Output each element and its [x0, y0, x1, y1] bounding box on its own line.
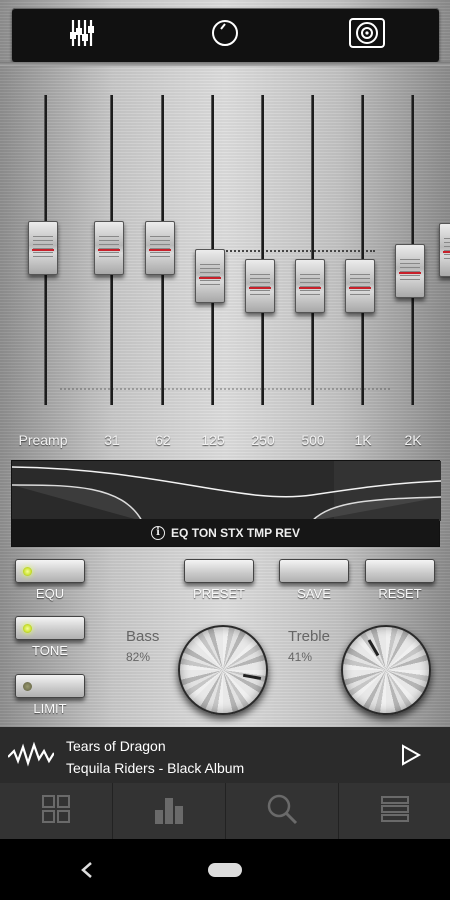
slider-knob[interactable]	[439, 223, 450, 277]
tone-label: TONE	[32, 643, 68, 658]
preset-button[interactable]	[184, 559, 254, 583]
play-icon[interactable]	[398, 743, 422, 772]
bass-label: Bass	[126, 628, 160, 645]
speaker-icon	[348, 17, 386, 54]
bottom-navigation	[0, 783, 450, 839]
home-pill-icon[interactable]	[208, 863, 242, 877]
slider-knob[interactable]	[94, 221, 124, 275]
knob-circle-icon	[210, 18, 240, 53]
track-artist-album: Tequila Riders - Black Album	[66, 760, 245, 776]
eq-slider-preamp[interactable]	[28, 95, 64, 405]
tone-toggle-button[interactable]	[15, 616, 85, 640]
preset-label: PRESET	[192, 586, 245, 601]
equ-label: EQU	[35, 586, 65, 601]
response-curve	[12, 461, 441, 521]
eq-slider-62[interactable]	[145, 95, 181, 405]
slider-knob[interactable]	[295, 259, 325, 313]
led-indicator	[23, 682, 32, 691]
equalizer-sliders-icon	[68, 18, 98, 53]
divider	[0, 62, 450, 66]
treble-label: Treble	[288, 628, 330, 645]
top-tab-bar	[12, 8, 439, 62]
led-indicator	[23, 567, 32, 576]
knob-pointer	[367, 639, 380, 657]
eq-slider-500[interactable]	[295, 95, 331, 405]
nav-library[interactable]	[0, 783, 112, 839]
limit-toggle-button[interactable]	[15, 674, 85, 698]
nav-equalizer[interactable]	[113, 783, 225, 839]
save-label: SAVE	[297, 586, 331, 601]
tab-equalizer[interactable]	[12, 8, 154, 62]
equalizer-app: Preamp 31 62 125 250 500 1K 2K i EQ TON STX TMP…	[0, 0, 450, 900]
eq-slider-2k[interactable]	[395, 95, 431, 405]
slider-knob[interactable]	[195, 249, 225, 303]
reset-button[interactable]	[365, 559, 435, 583]
eq-slider-250[interactable]	[245, 95, 281, 405]
slider-label: Preamp	[18, 432, 68, 448]
track-title: Tears of Dragon	[66, 738, 166, 754]
frequency-response-panel[interactable]: i EQ TON STX TMP REV	[11, 460, 441, 547]
back-icon[interactable]	[80, 861, 94, 884]
search-icon	[266, 793, 298, 830]
knob-pointer	[242, 673, 262, 680]
reset-label: RESET	[378, 586, 422, 601]
nav-playlist[interactable]	[339, 783, 450, 839]
nav-search[interactable]	[226, 783, 338, 839]
slider-track	[361, 95, 364, 405]
grid-icon	[41, 794, 71, 829]
eq-slider-125[interactable]	[195, 95, 231, 405]
slider-knob[interactable]	[145, 221, 175, 275]
system-navigation-bar	[0, 839, 450, 900]
bass-value: 82%	[126, 650, 151, 664]
tab-speaker[interactable]	[296, 8, 438, 62]
bar-chart-icon	[153, 794, 185, 829]
effects-status-text: EQ TON STX TMP REV	[171, 525, 300, 540]
treble-value: 41%	[288, 650, 313, 664]
eq-slider-31[interactable]	[94, 95, 130, 405]
equ-toggle-button[interactable]	[15, 559, 85, 583]
list-icon	[380, 794, 410, 829]
eq-slider-1k[interactable]	[345, 95, 381, 405]
limit-label: LIMIT	[33, 701, 67, 716]
slider-track	[311, 95, 314, 405]
led-indicator	[23, 624, 32, 633]
bass-knob[interactable]	[178, 625, 268, 715]
effects-status-bar: i EQ TON STX TMP REV	[12, 519, 439, 546]
tab-tone-knob[interactable]	[154, 8, 296, 62]
treble-knob[interactable]	[341, 625, 431, 715]
slider-knob[interactable]	[395, 244, 425, 298]
slider-label: 2K	[404, 432, 422, 448]
slider-track	[261, 95, 264, 405]
slider-offscreen[interactable]	[439, 95, 450, 405]
info-icon[interactable]: i	[151, 525, 166, 540]
slider-knob[interactable]	[245, 259, 275, 313]
slider-knob[interactable]	[345, 259, 375, 313]
save-button[interactable]	[279, 559, 349, 583]
slider-knob[interactable]	[28, 221, 58, 275]
waveform-icon	[7, 741, 55, 774]
now-playing-bar[interactable]: Tears of Dragon Tequila Riders - Black A…	[0, 727, 450, 783]
